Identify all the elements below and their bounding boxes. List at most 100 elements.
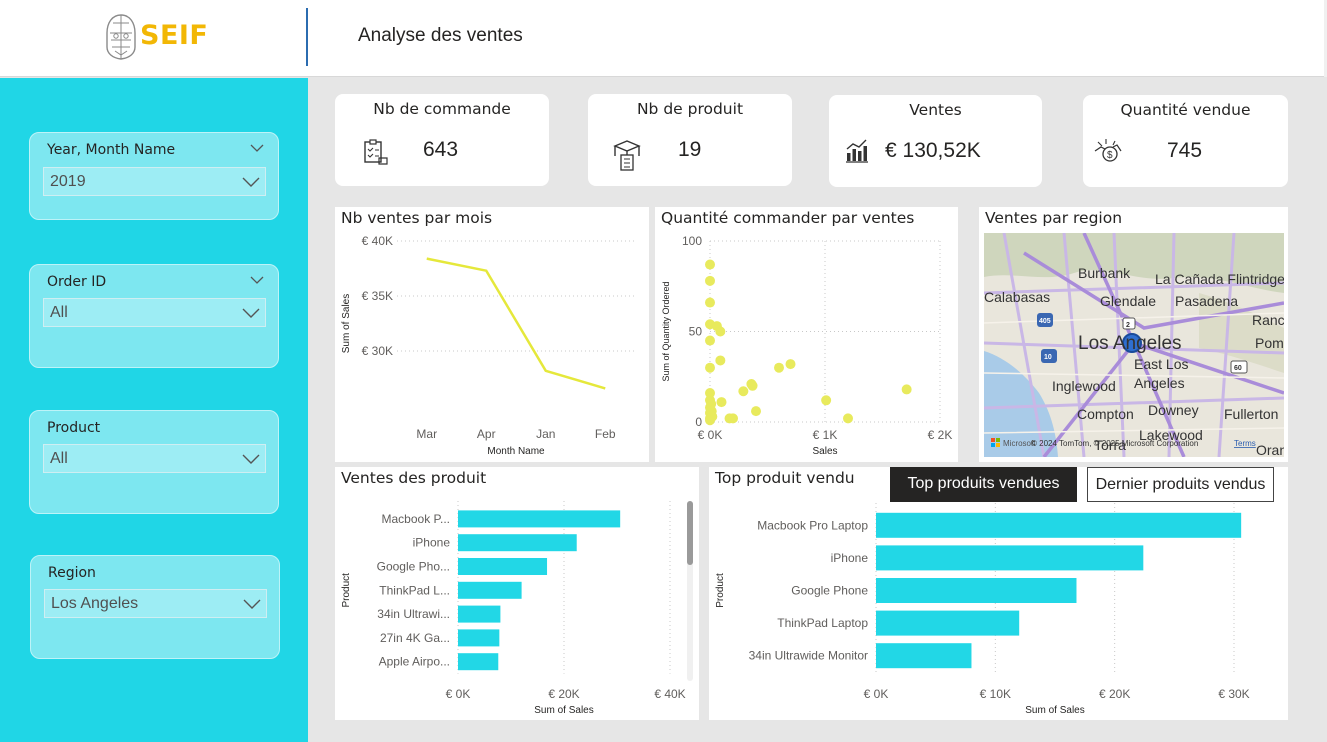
region-map[interactable]: Burbank La Cañada Flintridge Calabasas G… [984,233,1284,457]
map-label: Ranchc [1252,312,1284,328]
scatter-point [821,395,832,406]
category-label: Apple Airpo... [379,655,450,669]
card-nb-commande: Nb de commande 643 [335,94,549,186]
x-tick-label: € 0K [446,687,471,701]
slicer-value: All [50,304,68,321]
panel-map: Ventes par region Burbank La Cañada Flin… [979,207,1288,462]
scatter-point [738,386,749,397]
category-label: Macbook Pro Laptop [757,518,868,532]
logo-text: SEIF [140,20,209,51]
helmet-logo-icon [106,14,136,60]
product-dropdown[interactable]: All [43,444,266,473]
order-id-dropdown[interactable]: All [43,298,266,327]
product-sales-bar-chart[interactable]: € 0K € 20K € 40K Macbook P... iPhone Google P… [335,467,699,720]
card-title: Quantité vendue [1120,101,1251,119]
category-label: iPhone [831,551,869,565]
chevron-down-icon[interactable] [250,274,264,286]
clipboard-icon [364,139,388,165]
bar [876,512,1242,538]
category-label: Google Pho... [377,560,450,574]
scatter-point [774,362,784,373]
category-label: Google Phone [791,584,868,598]
map-label: Los Angeles [1078,333,1182,354]
y-tick-label: € 40K [362,234,393,248]
category-label: ThinkPad L... [379,583,450,597]
slicer-region: Region Los Angeles [30,555,280,659]
scatter-point [747,380,758,391]
x-tick-label: € 10K [980,687,1011,701]
header-divider [306,8,308,66]
y-tick-label: 0 [695,415,702,429]
line-chart[interactable]: € 30K € 35K € 40K Mar Apr Jan Feb Month Name Sum… [335,207,649,462]
region-dropdown[interactable]: Los Angeles [44,589,267,618]
slicer-order-id: Order ID All [29,264,279,368]
category-label: iPhone [413,536,451,550]
card-title: Nb de produit [636,100,744,118]
scatter-chart[interactable]: 0 50 100 € 0K € 1K € 2K Sales Sum of Quantity O… [655,207,958,462]
card-ventes: Ventes € 130,52K [829,95,1042,187]
slicer-title: Order ID [47,274,107,290]
x-tick-label: € 30K [1218,687,1249,701]
bar [876,578,1077,603]
x-tick-label: € 20K [1099,687,1130,701]
scatter-point [707,411,718,422]
route-badge: 2 [1126,322,1130,329]
slicer-product: Product All [29,410,279,514]
map-label: Angeles [1134,375,1185,391]
x-axis-label: Sum of Sales [534,705,593,716]
scrollbar-thumb[interactable] [687,501,693,565]
map-terms-link[interactable]: Terms [1234,439,1256,448]
card-value: 19 [678,138,702,161]
slicer-title: Region [48,565,96,581]
scatter-point [716,397,727,408]
chevron-down-icon [242,177,260,187]
category-label: 34in Ultrawide Monitor [749,649,868,663]
card-title: Ventes [909,101,962,119]
page-title: Analyse des ventes [358,25,523,46]
card-value: 643 [423,138,459,161]
y-axis-label: Product [715,573,726,608]
bar [458,581,522,599]
map-label: Burbank [1078,265,1131,281]
scrollbar-track[interactable] [687,501,693,681]
card-nb-produit: Nb de produit 19 [588,94,792,186]
svg-text:$: $ [1107,150,1113,161]
year-month-dropdown[interactable]: 2019 [43,167,266,196]
y-tick-label: 50 [689,325,703,339]
map-label: Downey [1148,402,1199,418]
scatter-point [728,413,738,424]
category-label: Macbook P... [382,512,450,526]
route-badge: 60 [1234,365,1242,372]
map-label: Inglewood [1052,378,1116,394]
chevron-down-icon[interactable] [250,142,264,154]
x-tick-label: € 2K [928,428,953,442]
map-label: Glendale [1100,293,1156,309]
chevron-down-icon [242,308,260,318]
scatter-point [705,362,715,373]
x-tick-label: € 0K [864,687,889,701]
money-hand-icon: $ [1094,139,1122,162]
y-tick-label: 100 [682,234,702,248]
scatter-point [705,297,715,308]
x-axis-label: Sum of Sales [1025,705,1084,716]
last-products-button[interactable]: Dernier produits vendus [1087,467,1274,502]
bar [876,610,1020,636]
map-label: East Los [1134,356,1188,372]
scatter-point [751,406,761,417]
category-label: ThinkPad Laptop [777,616,868,630]
top-products-bar-chart[interactable]: € 0K € 10K € 20K € 30K Macbook Pro Laptop iPh… [709,467,1288,720]
map-title: Ventes par region [985,209,1123,227]
x-axis-label: Sales [812,446,837,457]
map-label: Compton [1077,406,1134,422]
slicer-value: Los Angeles [51,595,139,612]
bar [876,643,972,669]
slicer-title: Year, Month Name [47,142,176,158]
top-products-button[interactable]: Top produits vendues [890,467,1077,502]
panel-line-chart: Nb ventes par mois € 30K € 35K € 40K Mar Apr… [335,207,649,462]
bar [458,629,500,647]
route-badge: 405 [1039,318,1051,325]
x-tick-label: € 40K [654,687,685,701]
x-tick-label: Apr [477,427,496,441]
slicer-value: All [50,450,68,467]
header-bar: SEIF Analyse des ventes [0,0,1327,77]
